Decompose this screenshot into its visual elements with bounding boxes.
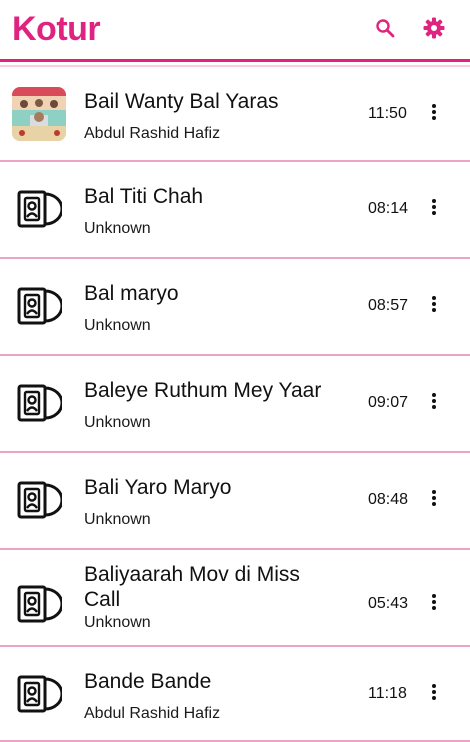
music-disc-icon	[14, 476, 64, 524]
song-title: Bali Yaro Maryo	[84, 476, 232, 499]
song-artist: Abdul Rashid Hafiz	[84, 125, 221, 142]
song-artist: Unknown	[84, 220, 151, 237]
song-artist: Unknown	[84, 414, 151, 431]
song-row[interactable]: Bande Bande Abdul Rashid Hafiz 11:18	[0, 647, 470, 742]
song-row[interactable]: Bali Yaro Maryo Unknown 08:48	[0, 453, 470, 550]
song-duration: 05:43	[368, 595, 409, 612]
song-duration: 09:07	[368, 394, 409, 411]
song-duration: 11:50	[368, 105, 407, 122]
music-disc-icon	[14, 185, 64, 233]
search-icon[interactable]	[373, 16, 397, 40]
more-vert-icon[interactable]	[427, 102, 441, 122]
app-bar: Kotur	[0, 0, 470, 67]
song-title: Baleye Ruthum Mey Yaar	[84, 379, 322, 402]
more-vert-icon[interactable]	[427, 391, 441, 411]
more-vert-icon[interactable]	[427, 197, 441, 217]
song-title: Bal Titi Chah	[84, 185, 204, 208]
song-title: Bail Wanty Bal Yaras	[84, 90, 279, 113]
song-row[interactable]: Bal Titi Chah Unknown 08:14	[0, 162, 470, 259]
song-duration: 11:18	[368, 685, 407, 702]
more-vert-icon[interactable]	[427, 294, 441, 314]
music-disc-icon	[14, 282, 64, 330]
song-artist: Unknown	[84, 511, 151, 528]
song-title: Bande Bande	[84, 670, 212, 693]
song-row[interactable]: Baleye Ruthum Mey Yaar Unknown 09:07	[0, 356, 470, 453]
song-duration: 08:14	[368, 200, 409, 217]
app-bar-divider	[0, 59, 470, 62]
song-row[interactable]: Bail Wanty Bal Yaras Abdul Rashid Hafiz 11…	[0, 67, 470, 162]
more-vert-icon[interactable]	[427, 592, 441, 612]
music-disc-icon	[14, 580, 64, 628]
gear-icon[interactable]	[422, 16, 446, 40]
song-title: Bal maryo	[84, 282, 179, 305]
song-list: Bail Wanty Bal Yaras Abdul Rashid Hafiz 11…	[0, 67, 470, 742]
song-artist: Unknown	[84, 614, 151, 631]
song-title: Baliyaarah Mov di Miss Call	[84, 563, 300, 611]
music-disc-icon	[14, 379, 64, 427]
more-vert-icon[interactable]	[427, 488, 441, 508]
song-row[interactable]: Bal maryo Unknown 08:57	[0, 259, 470, 356]
song-artist: Abdul Rashid Hafiz	[84, 705, 221, 722]
more-vert-icon[interactable]	[427, 682, 441, 702]
song-artist: Unknown	[84, 317, 151, 334]
album-art-thumbnail	[12, 87, 66, 141]
song-duration: 08:48	[368, 491, 409, 508]
song-row[interactable]: Baliyaarah Mov di Miss Call Unknown 05:43	[0, 550, 470, 647]
app-title: Kotur	[12, 10, 101, 48]
music-disc-icon	[14, 670, 64, 718]
song-duration: 08:57	[368, 297, 409, 314]
